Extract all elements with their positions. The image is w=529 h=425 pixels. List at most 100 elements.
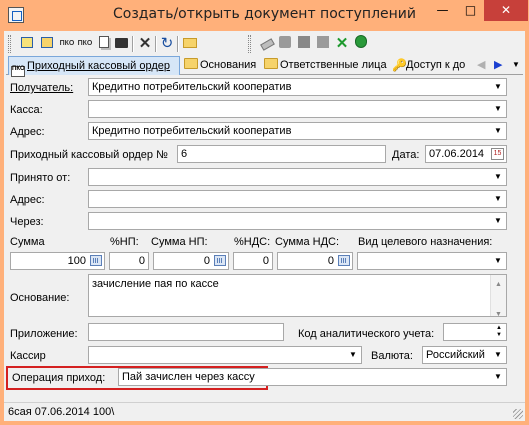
via-combo[interactable]: ▼ bbox=[88, 212, 507, 230]
payer-address-combo[interactable]: ▼ bbox=[88, 190, 507, 208]
app-window: Создать/открыть документ поступлений — □… bbox=[0, 0, 529, 425]
recipient-combo[interactable]: Кредитно потребительский кооператив ▼ bbox=[88, 78, 507, 96]
eraser-icon[interactable] bbox=[258, 35, 276, 53]
toolbar-grip[interactable] bbox=[248, 35, 251, 53]
folder-icon bbox=[184, 58, 198, 69]
operation-label: Операция приход: bbox=[12, 372, 106, 384]
operation-combo[interactable]: Пай зачислен через кассу ▼ bbox=[118, 368, 507, 386]
amount-label: Сумма bbox=[10, 236, 45, 248]
key-icon: 🔑 bbox=[392, 58, 407, 72]
chevron-down-icon[interactable]: ▼ bbox=[491, 254, 505, 268]
form-icon[interactable] bbox=[38, 35, 56, 53]
chevron-down-icon[interactable]: ▼ bbox=[346, 348, 360, 362]
chevron-down-icon[interactable]: ▼ bbox=[491, 102, 505, 116]
purpose-type-label: Вид целевого назначения: bbox=[358, 236, 493, 248]
chevron-down-icon[interactable]: ▼ bbox=[491, 124, 505, 138]
recipient-label: Получатель: bbox=[10, 82, 74, 94]
tab-scroll-left-icon[interactable]: ◀ bbox=[477, 58, 485, 72]
attachment-label: Приложение: bbox=[10, 328, 78, 340]
vat-sum-label: Сумма НДС: bbox=[275, 236, 340, 248]
analytic-code-label: Код аналитического учета: bbox=[298, 328, 435, 340]
np-sum-label: Сумма НП: bbox=[151, 236, 208, 248]
scroll-up-icon[interactable]: ▲ bbox=[491, 278, 506, 292]
np-sum-field[interactable]: 0 bbox=[153, 252, 229, 270]
refresh-icon[interactable]: ↻ bbox=[158, 35, 176, 53]
calculator-icon[interactable] bbox=[90, 255, 102, 266]
chevron-down-icon[interactable]: ▼ bbox=[491, 214, 505, 228]
payer-address-label: Адрес: bbox=[10, 194, 45, 206]
gray-icon[interactable] bbox=[295, 35, 313, 53]
cashbox-label: Касса: bbox=[10, 104, 43, 116]
order-number-field[interactable]: 6 bbox=[177, 145, 386, 163]
address-label: Адрес: bbox=[10, 126, 45, 138]
calculator-icon[interactable] bbox=[214, 255, 226, 266]
folder-icon[interactable] bbox=[112, 35, 130, 53]
currency-combo[interactable]: Российский ▼ bbox=[422, 346, 507, 364]
vat-sum-field[interactable]: 0 bbox=[277, 252, 353, 270]
tab-bases[interactable]: Основания bbox=[182, 56, 260, 75]
toolbar-separator bbox=[132, 36, 134, 52]
toolbar: ПКО ПКО ✕ ↻ ✕ bbox=[6, 33, 523, 55]
tab-responsible-persons[interactable]: Ответственные лица bbox=[262, 56, 388, 75]
purpose-type-combo[interactable]: ▼ bbox=[357, 252, 507, 270]
gray-icon[interactable] bbox=[314, 35, 332, 53]
date-field[interactable]: 07.06.2014 15 bbox=[425, 145, 507, 163]
order-number-label: Приходный кассовый ордер № bbox=[10, 149, 168, 161]
np-percent-label: %НП: bbox=[110, 236, 139, 248]
chevron-down-icon[interactable]: ▼ bbox=[491, 370, 505, 384]
tab-strip: ПКО Приходный кассовый ордер Основания От… bbox=[6, 55, 523, 77]
form-icon[interactable] bbox=[18, 35, 36, 53]
minimize-button[interactable]: — bbox=[429, 0, 456, 21]
folder-icon bbox=[264, 58, 278, 69]
cashier-combo[interactable]: ▼ bbox=[88, 346, 362, 364]
pko-icon[interactable]: ПКО bbox=[58, 35, 76, 53]
vat-percent-label: %НДС: bbox=[234, 236, 271, 248]
attachment-field[interactable] bbox=[88, 323, 284, 341]
analytic-code-field[interactable]: ▲ ▼ bbox=[443, 323, 507, 341]
status-bar: 6сая 07.06.2014 100\ bbox=[4, 402, 525, 421]
resize-grip-icon[interactable] bbox=[513, 409, 523, 419]
date-label: Дата: bbox=[392, 149, 420, 161]
chevron-down-icon[interactable]: ▼ bbox=[491, 80, 505, 94]
scroll-down-icon[interactable]: ▼ bbox=[491, 308, 506, 322]
cashbox-combo[interactable]: ▼ bbox=[88, 100, 507, 118]
check-icon[interactable]: ✕ bbox=[333, 35, 351, 53]
tab-menu-chevron-down-icon[interactable]: ▼ bbox=[512, 58, 520, 72]
copy-icon[interactable] bbox=[95, 35, 113, 53]
lock-icon[interactable] bbox=[352, 35, 370, 53]
np-percent-field[interactable]: 0 bbox=[109, 252, 149, 270]
vat-percent-field[interactable]: 0 bbox=[233, 252, 273, 270]
memo-scrollbar[interactable]: ▲ ▼ bbox=[490, 275, 506, 318]
delete-icon[interactable]: ✕ bbox=[136, 35, 154, 53]
chevron-down-icon[interactable]: ▼ bbox=[491, 170, 505, 184]
calculator-icon[interactable] bbox=[338, 255, 350, 266]
tab-access[interactable]: 🔑Доступ к до bbox=[390, 56, 488, 75]
gray-icon[interactable] bbox=[276, 35, 294, 53]
pko-icon: ПКО bbox=[11, 66, 25, 77]
toolbar-grip[interactable] bbox=[8, 35, 11, 53]
currency-label: Валюта: bbox=[371, 350, 413, 362]
amount-field[interactable]: 100 bbox=[10, 252, 105, 270]
chevron-down-icon[interactable]: ▼ bbox=[491, 348, 505, 362]
pko-icon[interactable]: ПКО bbox=[76, 35, 94, 53]
address-combo[interactable]: Кредитно потребительский кооператив ▼ bbox=[88, 122, 507, 140]
accepted-from-combo[interactable]: ▼ bbox=[88, 168, 507, 186]
close-button[interactable]: ✕ bbox=[484, 0, 528, 21]
dialog-client-area: ПКО ПКО ✕ ↻ ✕ ПКО Приходный кассовый орде… bbox=[4, 31, 525, 421]
status-text: 6сая 07.06.2014 100\ bbox=[8, 406, 115, 418]
toolbar-separator bbox=[177, 36, 179, 52]
via-label: Через: bbox=[10, 216, 44, 228]
open-folder-icon[interactable] bbox=[181, 35, 199, 53]
cashier-label: Кассир bbox=[10, 350, 46, 362]
accepted-from-label: Принято от: bbox=[10, 172, 71, 184]
basis-memo[interactable]: зачисление пая по кассе ▲ ▼ bbox=[88, 274, 507, 318]
chevron-down-icon[interactable]: ▼ bbox=[491, 192, 505, 206]
title-bar[interactable]: Создать/открыть документ поступлений — □… bbox=[0, 0, 529, 31]
basis-label: Основание: bbox=[10, 292, 70, 304]
toolbar-separator bbox=[155, 36, 157, 52]
calendar-icon[interactable]: 15 bbox=[491, 148, 504, 160]
spinner-arrows-icon[interactable]: ▲ ▼ bbox=[493, 325, 505, 339]
tab-receipt-order[interactable]: ПКО Приходный кассовый ордер bbox=[8, 56, 180, 77]
tab-scroll-right-icon[interactable]: ▶ bbox=[494, 58, 502, 72]
maximize-button[interactable]: □ bbox=[457, 0, 484, 21]
